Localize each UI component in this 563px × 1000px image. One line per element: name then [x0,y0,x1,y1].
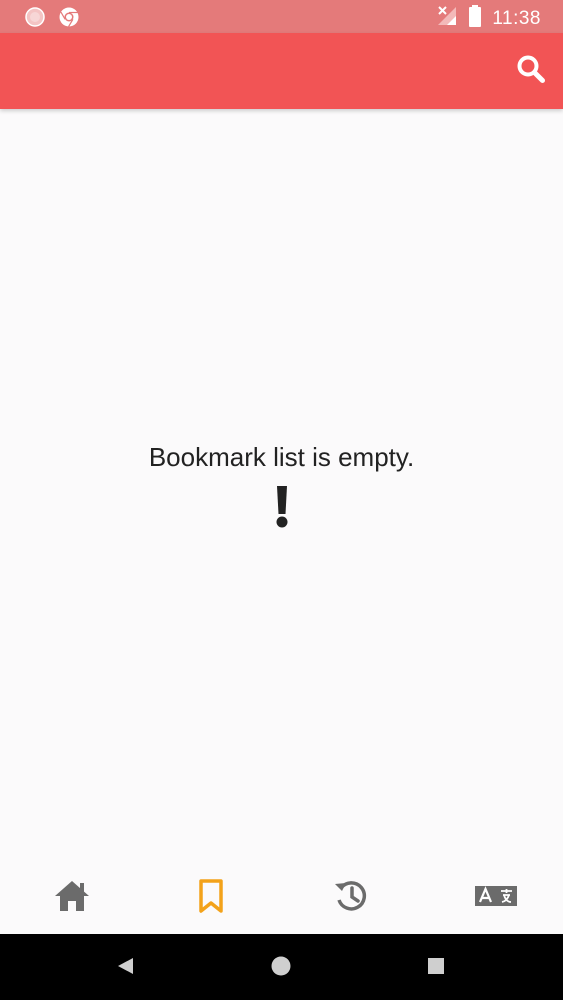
chrome-icon [58,6,80,33]
nav-home[interactable] [52,878,92,918]
system-back-button[interactable] [113,956,137,980]
signal-icon [436,4,458,33]
translate-icon [474,885,518,912]
app-bar [0,33,563,109]
home-icon [53,879,91,918]
exclamation-icon [274,486,290,533]
nav-translate[interactable] [474,878,518,918]
search-icon [516,54,546,89]
status-left-icons [24,6,80,33]
back-icon [115,956,135,981]
search-button[interactable] [515,55,547,87]
status-bar: 11:38 [0,0,563,33]
empty-message: Bookmark list is empty. [148,442,415,472]
nav-history[interactable] [331,878,371,918]
bookmark-icon [198,878,224,918]
history-icon [333,878,369,919]
empty-state: Bookmark list is empty. [0,440,563,533]
battery-icon [468,4,482,33]
system-recents-button[interactable] [424,956,448,980]
system-nav-bar [0,934,563,1000]
bottom-nav [0,862,563,934]
system-home-button[interactable] [269,956,293,980]
nav-bookmark[interactable] [191,878,231,918]
notification-dot-icon [24,6,46,33]
status-right-icons: 11:38 [436,4,541,33]
home-circle-icon [270,955,292,982]
recents-icon [426,956,446,981]
status-time: 11:38 [492,7,541,29]
